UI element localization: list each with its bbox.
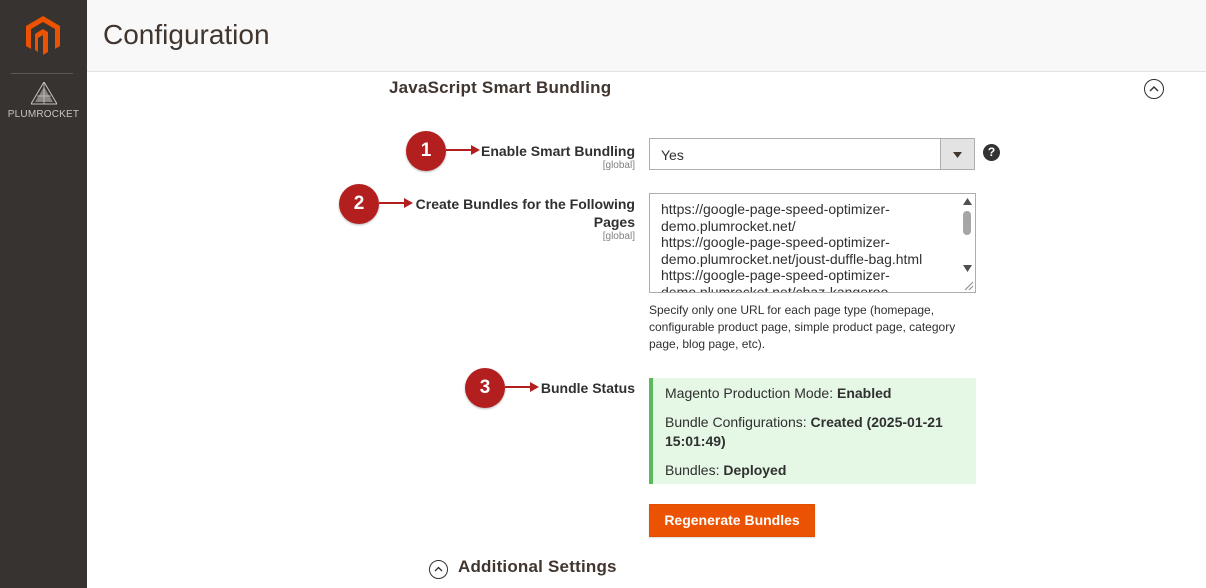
- magento-logo-icon[interactable]: [26, 16, 60, 56]
- scroll-down-icon[interactable]: [963, 265, 972, 272]
- page-title: Configuration: [103, 19, 270, 50]
- status-mode-label: Magento Production Mode:: [665, 385, 837, 401]
- plumrocket-logo-icon[interactable]: [31, 82, 57, 106]
- bundle-status-label: Bundle Status: [540, 380, 635, 396]
- page-header: Configuration: [87, 0, 1206, 72]
- bundle-pages-textarea[interactable]: https://google-page-speed-optimizer- dem…: [649, 193, 976, 293]
- scroll-up-icon[interactable]: [963, 198, 972, 205]
- annotation-marker-3: 3: [465, 368, 505, 408]
- textarea-scrollbar[interactable]: [959, 194, 975, 292]
- scroll-thumb[interactable]: [963, 211, 971, 235]
- status-mode-value: Enabled: [837, 385, 892, 401]
- section-collapse-button[interactable]: [1144, 79, 1164, 99]
- status-bundles-value: Deployed: [723, 462, 787, 478]
- status-bundles-line: Bundles: Deployed: [665, 461, 786, 480]
- chevron-up-icon: [1149, 86, 1159, 92]
- help-icon[interactable]: ?: [983, 144, 1000, 161]
- status-config-time: 15:01:49): [665, 433, 726, 449]
- status-config-value: Created (2025-01-21: [810, 414, 943, 430]
- enable-scope: [global]: [602, 160, 635, 171]
- annotation-marker-2: 2: [339, 184, 379, 224]
- plumrocket-label: PLUMROCKET: [7, 109, 80, 120]
- triangle-down-icon: [953, 152, 962, 158]
- resize-grip-icon[interactable]: [964, 281, 974, 291]
- additional-settings-title[interactable]: Additional Settings: [458, 557, 617, 577]
- regenerate-bundles-button[interactable]: Regenerate Bundles: [649, 504, 815, 537]
- annotation-marker-1: 1: [406, 131, 446, 171]
- chevron-up-icon: [434, 566, 443, 572]
- create-bundles-label: Create Bundles for the Following Pages […: [416, 195, 635, 243]
- select-toggle[interactable]: [940, 139, 974, 169]
- admin-sidebar: PLUMROCKET: [0, 0, 87, 588]
- annotation-arrow-icon: [446, 145, 480, 155]
- status-mode-line: Magento Production Mode: Enabled: [665, 384, 891, 403]
- enable-label-text: Enable Smart Bundling: [480, 143, 635, 159]
- status-config-line: Bundle Configurations: Created (2025-01-…: [665, 413, 943, 451]
- textarea-content: https://google-page-speed-optimizer- dem…: [661, 201, 923, 293]
- enable-smart-bundling-select[interactable]: Yes: [649, 138, 975, 170]
- status-bundles-label: Bundles:: [665, 462, 724, 478]
- additional-settings-toggle-icon[interactable]: [429, 560, 448, 579]
- select-value: Yes: [661, 147, 684, 163]
- pages-hint-note: Specify only one URL for each page type …: [649, 303, 956, 351]
- status-config-label: Bundle Configurations:: [665, 414, 811, 430]
- enable-smart-bundling-label: Enable Smart Bundling [global]: [481, 142, 635, 172]
- pages-scope: [global]: [602, 231, 635, 242]
- annotation-arrow-icon: [379, 198, 413, 208]
- sidebar-divider: [11, 73, 73, 74]
- bundle-status-box: Magento Production Mode: Enabled Bundle …: [649, 378, 976, 484]
- pages-label-line1: Create Bundles for the Following: [415, 196, 635, 212]
- pages-label-line2: Pages: [593, 214, 635, 230]
- section-title[interactable]: JavaScript Smart Bundling: [389, 78, 611, 98]
- annotation-arrow-icon: [505, 382, 539, 392]
